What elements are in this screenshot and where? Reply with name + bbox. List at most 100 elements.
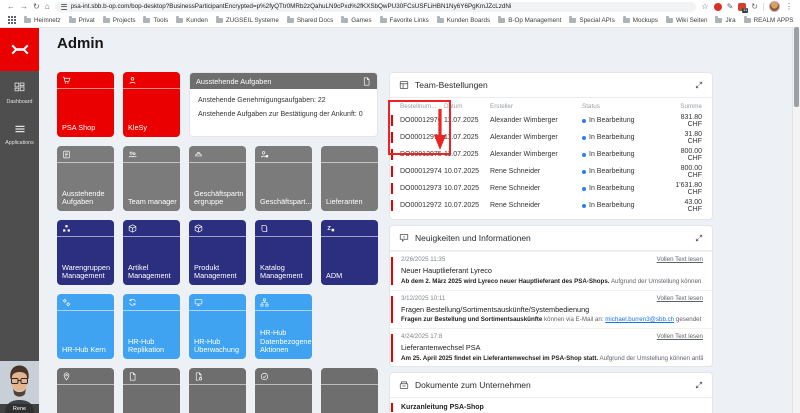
- order-row[interactable]: DO00012972 10.07.2025 Rene Schneider In …: [390, 197, 712, 214]
- bookmark-label: Jira: [725, 17, 735, 24]
- tile-ausstehende-aufgaben[interactable]: Ausstehende Aufgaben: [57, 146, 114, 211]
- tile-produkt-management[interactable]: Produkt Management: [189, 220, 246, 285]
- order-row[interactable]: DO00012977 11.07.2025 Alexander Wimberge…: [390, 129, 712, 146]
- order-id[interactable]: DO00012973: [400, 185, 444, 192]
- bookmark-folder[interactable]: Special APIs: [569, 17, 614, 24]
- expand-icon[interactable]: [695, 234, 703, 242]
- tile-artikel-management[interactable]: Artikel Management: [123, 220, 180, 285]
- document-item[interactable]: Kurzanleitung PSA-Shop: [390, 398, 712, 413]
- bookmark-folder[interactable]: Wiki Seiten: [666, 17, 708, 24]
- col-ersteller[interactable]: Ersteller: [490, 103, 582, 110]
- sync-icon: [128, 298, 137, 307]
- document-icon[interactable]: [362, 77, 371, 86]
- order-id[interactable]: DO00012974: [400, 168, 444, 175]
- bookmark-star-icon[interactable]: ☆: [701, 3, 708, 11]
- folder-icon: [744, 18, 751, 23]
- bookmark-folder[interactable]: B-Op Management: [498, 17, 561, 24]
- bookmark-folder[interactable]: Mockups: [623, 17, 658, 24]
- bookmark-folder[interactable]: Privat: [69, 17, 95, 24]
- sidebar-item-dashboard[interactable]: Dashboard: [0, 79, 39, 105]
- sbb-logo[interactable]: [0, 27, 39, 71]
- reload-icon[interactable]: ↻: [33, 3, 40, 11]
- news-item: 2/26/2025 11:35 Vollen Text lesen Neuer …: [390, 251, 712, 290]
- col-summe[interactable]: Summe: [672, 103, 702, 110]
- bookmark-folder[interactable]: Kunden Boards: [437, 17, 490, 24]
- read-more-link[interactable]: Vollen Text lesen: [657, 333, 703, 340]
- scrollbar-thumb[interactable]: [794, 27, 799, 107]
- tile-geschaeftspartnergruppe[interactable]: Geschäftspartnergruppe: [189, 146, 246, 211]
- tile-hr-hub-ueberwachung[interactable]: HR-Hub Überwachung: [189, 294, 246, 359]
- bookmark-folder[interactable]: REALM APPS: [744, 17, 794, 24]
- apps-grid-icon[interactable]: [8, 16, 16, 24]
- order-row[interactable]: DO00012974 10.07.2025 Rene Schneider In …: [390, 163, 712, 180]
- tile-cropped-2[interactable]: [123, 368, 180, 413]
- home-icon[interactable]: ⌂: [45, 3, 50, 11]
- extension-grid-icon[interactable]: 11: [738, 3, 746, 11]
- order-row[interactable]: DO00012976 11.07.2025 Alexander Wimberge…: [390, 112, 712, 129]
- back-icon[interactable]: ←: [7, 3, 15, 11]
- col-status[interactable]: Status: [582, 103, 672, 110]
- book-icon: [260, 224, 269, 233]
- order-row[interactable]: DO00012973 10.07.2025 Rene Schneider In …: [390, 180, 712, 197]
- pencil-extension-icon[interactable]: ✎: [727, 3, 734, 11]
- browser-menu-icon[interactable]: ⋮: [785, 3, 793, 11]
- tile-cropped-1[interactable]: [57, 368, 114, 413]
- order-date: 11.07.2025: [444, 151, 490, 158]
- news-panel: Neuigkeiten und Informationen 2/26/2025 …: [389, 225, 713, 367]
- address-bar[interactable]: psa-int.sbb.b-op.com/bop-desktop?Busines…: [55, 2, 697, 12]
- site-settings-icon[interactable]: [61, 4, 67, 10]
- bookmark-folder[interactable]: ZUGSEIL Systeme: [216, 17, 279, 24]
- news-text: können via E-Mail an:: [542, 316, 605, 323]
- bookmark-folder[interactable]: Projects: [103, 17, 136, 24]
- bookmark-label: Heimnetz: [34, 17, 61, 24]
- tile-katalog-management[interactable]: Katalog Management: [255, 220, 312, 285]
- news-title: Fragen Bestellung/Sortimentsauskünfte/Sy…: [401, 305, 703, 314]
- bookmark-folder[interactable]: Kunden: [176, 17, 208, 24]
- col-bestellnummer[interactable]: Bestellnum...: [400, 103, 444, 110]
- sidebar-item-applications[interactable]: Applications: [0, 120, 39, 146]
- order-row[interactable]: DO00012975 11.07.2025 Alexander Wimberge…: [390, 146, 712, 163]
- forward-icon[interactable]: →: [20, 3, 28, 11]
- order-id[interactable]: DO00012977: [400, 134, 444, 141]
- expand-icon[interactable]: [695, 381, 703, 389]
- tile-cropped-5[interactable]: [321, 368, 378, 413]
- tile-hr-hub-replikation[interactable]: HR-Hub Replikation: [123, 294, 180, 359]
- order-id[interactable]: DO00012972: [400, 202, 444, 209]
- order-id[interactable]: DO00012975: [400, 151, 444, 158]
- folder-icon: [287, 18, 294, 23]
- bookmark-folder[interactable]: Games: [341, 17, 371, 24]
- bookmark-label: Favorite Links: [390, 17, 429, 24]
- tile-lieferanten[interactable]: Lieferanten: [321, 146, 378, 211]
- read-more-link[interactable]: Vollen Text lesen: [657, 295, 703, 302]
- expand-icon[interactable]: [695, 81, 703, 89]
- browser-profile-avatar[interactable]: [769, 1, 780, 12]
- bookmark-folder[interactable]: Shared Docs: [287, 17, 333, 24]
- bookmark-folder[interactable]: Jira: [715, 17, 735, 24]
- bookmark-folder[interactable]: Favorite Links: [380, 17, 429, 24]
- tile-team-manager[interactable]: Team manager: [123, 146, 180, 211]
- url-text[interactable]: psa-int.sbb.b-op.com/bop-desktop?Busines…: [71, 3, 512, 10]
- email-link[interactable]: michael.burren3@sbb.ch: [605, 316, 674, 323]
- page-scrollbar[interactable]: [792, 27, 800, 413]
- bookmark-label: Special APIs: [579, 17, 614, 24]
- tile-klesy[interactable]: KleSy: [123, 72, 180, 137]
- tile-geschaeftspartner[interactable]: Geschäftspart...: [255, 146, 312, 211]
- order-creator: Rene Schneider: [490, 185, 582, 192]
- news-text: Aufgrund der Umstellung können anfänglic…: [609, 278, 703, 285]
- read-more-link[interactable]: Vollen Text lesen: [657, 256, 703, 263]
- tile-hr-hub-kern[interactable]: HR-Hub Kern: [57, 294, 114, 359]
- tile-warengruppen-management[interactable]: Warengruppen Management: [57, 220, 114, 285]
- extension-red-icon[interactable]: [714, 3, 722, 11]
- news-item: 3/12/2025 10:11 Vollen Text lesen Fragen…: [390, 290, 712, 329]
- col-datum[interactable]: Datum: [444, 103, 490, 110]
- user-avatar[interactable]: Rene: [0, 361, 39, 413]
- tile-cropped-4[interactable]: [255, 368, 312, 413]
- order-id[interactable]: DO00012976: [400, 117, 444, 124]
- tile-adm[interactable]: ADM: [321, 220, 378, 285]
- tile-hr-hub-datenbezogene-aktionen[interactable]: HR-Hub Datenbezogene Aktionen: [255, 294, 312, 359]
- tile-psa-shop[interactable]: PSA Shop: [57, 72, 114, 137]
- tile-cropped-3[interactable]: [189, 368, 246, 413]
- bookmark-folder[interactable]: Tools: [143, 17, 168, 24]
- bookmark-folder[interactable]: Heimnetz: [24, 17, 61, 24]
- sync-extension-icon[interactable]: ↻: [751, 3, 758, 11]
